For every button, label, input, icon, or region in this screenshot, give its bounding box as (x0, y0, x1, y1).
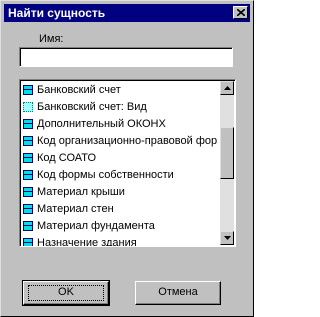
scroll-up-button[interactable] (220, 81, 234, 95)
list-item[interactable]: Банковский счет (22, 82, 220, 99)
list-item[interactable]: Дополнительный ОКОНХ (22, 116, 220, 133)
ok-button[interactable]: OK (22, 280, 110, 306)
entity-dotted-icon (23, 102, 33, 112)
list-item-label: Банковский счет: Вид (37, 101, 147, 113)
list-item[interactable]: Код формы собственности (22, 167, 220, 184)
name-label: Имя: (39, 33, 64, 45)
find-entity-dialog: Найти сущность Имя: Банковский счет Банк… (0, 0, 254, 317)
list-item-label: Дополнительный ОКОНХ (37, 118, 166, 130)
list-item-label: Материал фундамента (37, 220, 155, 232)
close-icon (237, 9, 245, 16)
entity-icon (23, 204, 33, 214)
entity-icon (23, 119, 33, 129)
close-button[interactable] (233, 6, 248, 19)
vertical-scrollbar[interactable] (220, 81, 234, 245)
list-item[interactable]: Код организационно-правовой фор (22, 133, 220, 150)
list-item[interactable]: Материал фундамента (22, 218, 220, 235)
list-item-label: Материал стен (37, 203, 114, 215)
arrow-down-icon (224, 236, 231, 240)
focus-rectangle (28, 285, 104, 301)
entity-icon (23, 221, 33, 231)
list-item[interactable]: Назначение здания (22, 235, 220, 247)
entity-icon (23, 85, 33, 95)
list-item[interactable]: Банковский счет: Вид (22, 99, 220, 116)
list-item-label: Код формы собственности (37, 169, 174, 181)
entity-icon (23, 238, 33, 246)
entity-icon (23, 153, 33, 163)
list-item[interactable]: Материал стен (22, 201, 220, 218)
entity-icon (23, 187, 33, 197)
arrow-up-icon (224, 86, 231, 90)
entity-icon (23, 170, 33, 180)
list-item-label: Назначение здания (37, 237, 137, 247)
scroll-down-button[interactable] (220, 231, 234, 245)
list-item[interactable]: Код СОАТО (22, 150, 220, 167)
window-title: Найти сущность (8, 6, 106, 20)
cancel-button[interactable]: Отмена (135, 281, 221, 305)
scrollbar-thumb[interactable] (220, 127, 234, 179)
list-item-label: Банковский счет (37, 84, 121, 96)
entity-list-rows: Банковский счет Банковский счет: Вид Доп… (22, 82, 220, 247)
list-item-label: Код СОАТО (37, 152, 97, 164)
title-bar: Найти сущность (4, 4, 250, 22)
list-item[interactable]: Материал крыши (22, 184, 220, 201)
list-item-label: Код организационно-правовой фор (37, 135, 218, 147)
entity-list[interactable]: Банковский счет Банковский счет: Вид Доп… (19, 79, 236, 247)
name-input[interactable] (19, 47, 233, 67)
entity-icon (23, 136, 33, 146)
list-item-label: Материал крыши (37, 186, 125, 198)
cancel-button-label: Отмена (158, 286, 198, 298)
